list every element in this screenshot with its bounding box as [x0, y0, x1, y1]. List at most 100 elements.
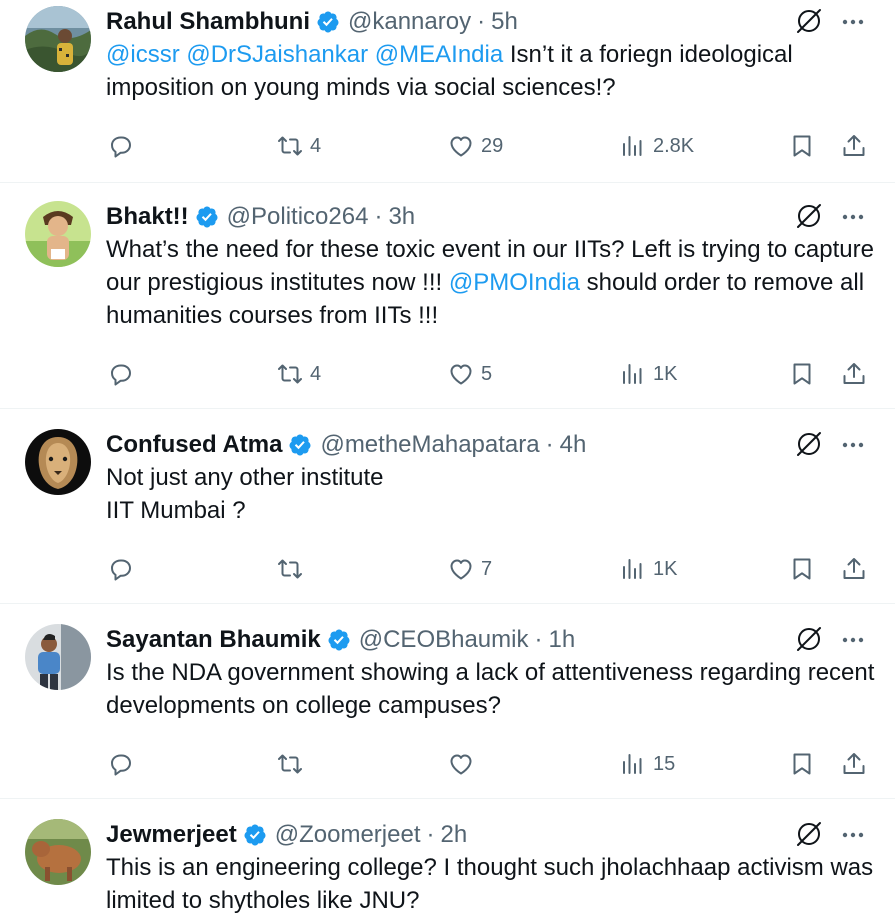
more-options-icon[interactable] — [838, 203, 868, 231]
tweet-text: @icssr @DrSJaishankar @MEAIndia Isn’t it… — [106, 38, 876, 104]
tweet-header: Bhakt!! @Politico264 · 3h — [106, 201, 415, 233]
view-count: 2.8K — [653, 134, 695, 157]
share-button[interactable] — [840, 358, 868, 390]
author-handle[interactable]: @metheMahapatara — [320, 429, 539, 461]
heart-icon — [450, 559, 472, 580]
tweet-actions: 15 — [0, 748, 895, 780]
bookmark-icon — [793, 753, 811, 775]
retweet-button[interactable]: 4 — [276, 130, 321, 162]
like-count: 29 — [481, 134, 504, 157]
avatar[interactable] — [25, 201, 91, 267]
author-name[interactable]: Sayantan Bhaumik — [106, 624, 321, 656]
retweet-button[interactable] — [276, 553, 310, 585]
tweet-actions: 4 29 2.8K — [0, 130, 895, 162]
tweet[interactable]: Sayantan Bhaumik @CEOBhaumik · 1h Is the… — [0, 618, 895, 799]
tweet[interactable]: Bhakt!! @Politico264 · 3h What’s the nee… — [0, 195, 895, 409]
views-button[interactable]: 2.8K — [619, 130, 694, 162]
tweet-text-line: IIT Mumbai ? — [106, 497, 246, 524]
retweet-count: 4 — [310, 362, 322, 385]
author-name[interactable]: Rahul Shambhuni — [106, 6, 310, 38]
avatar[interactable] — [25, 819, 91, 885]
more-options-icon[interactable] — [838, 821, 868, 849]
grok-icon[interactable] — [794, 819, 824, 849]
avatar[interactable] — [25, 6, 91, 72]
share-button[interactable] — [840, 748, 868, 780]
tweet[interactable]: Rahul Shambhuni @kannaroy · 5h @icssr @D… — [0, 0, 895, 183]
grok-icon[interactable] — [794, 429, 824, 459]
views-chart-icon — [623, 559, 642, 579]
grok-icon[interactable] — [794, 6, 824, 36]
like-button[interactable]: 29 — [447, 130, 503, 162]
bookmark-button[interactable] — [788, 748, 816, 780]
avatar[interactable] — [25, 429, 91, 495]
tweet-header: Rahul Shambhuni @kannaroy · 5h — [106, 6, 518, 38]
reply-button[interactable] — [107, 358, 141, 390]
tweet[interactable]: Jewmerjeet @Zoomerjeet · 2h This is an e… — [0, 813, 895, 913]
tweet-header: Sayantan Bhaumik @CEOBhaumik · 1h — [106, 624, 575, 656]
reply-button[interactable] — [107, 130, 141, 162]
like-button[interactable] — [447, 748, 481, 780]
timestamp[interactable]: 4h — [560, 429, 587, 461]
author-name[interactable]: Confused Atma — [106, 429, 282, 461]
share-button[interactable] — [840, 130, 868, 162]
bookmark-button[interactable] — [788, 358, 816, 390]
like-button[interactable]: 7 — [447, 553, 492, 585]
view-count: 15 — [653, 752, 676, 775]
author-name[interactable]: Bhakt!! — [106, 201, 189, 233]
grok-icon[interactable] — [794, 624, 824, 654]
retweet-icon — [278, 559, 302, 579]
view-count: 1K — [653, 362, 678, 385]
like-button[interactable]: 5 — [447, 358, 492, 390]
tweet-feed: Rahul Shambhuni @kannaroy · 5h @icssr @D… — [0, 0, 895, 913]
views-chart-icon — [623, 754, 642, 774]
bookmark-button[interactable] — [788, 553, 816, 585]
tweet-text: This is an engineering college? I though… — [106, 851, 876, 913]
heart-icon — [450, 364, 472, 385]
retweet-icon — [278, 136, 302, 156]
reply-icon — [111, 364, 131, 386]
bookmark-button[interactable] — [788, 130, 816, 162]
timestamp[interactable]: 1h — [548, 624, 575, 656]
reply-button[interactable] — [107, 553, 141, 585]
author-handle[interactable]: @Zoomerjeet — [275, 819, 421, 851]
tweet-text: Not just any other institute IIT Mumbai … — [106, 461, 876, 527]
reply-icon — [111, 559, 131, 581]
tweet-text: What’s the need for these toxic event in… — [106, 233, 876, 332]
views-button[interactable]: 15 — [619, 748, 675, 780]
retweet-button[interactable]: 4 — [276, 358, 321, 390]
avatar[interactable] — [25, 624, 91, 690]
tweet-text-line: Not just any other institute — [106, 464, 384, 491]
share-button[interactable] — [840, 553, 868, 585]
separator-dot: · — [477, 8, 486, 35]
share-icon — [843, 363, 865, 384]
share-icon — [843, 135, 865, 156]
author-handle[interactable]: @Politico264 — [227, 201, 369, 233]
more-options-icon[interactable] — [838, 431, 868, 459]
more-options-icon[interactable] — [838, 626, 868, 654]
tweet-text-segment: This is an engineering college? I though… — [106, 854, 874, 913]
timestamp[interactable]: 5h — [491, 6, 518, 38]
tweet[interactable]: Confused Atma @metheMahapatara · 4h Not … — [0, 423, 895, 604]
mention-link[interactable]: @PMOIndia — [449, 269, 580, 296]
bookmark-icon — [793, 363, 811, 385]
views-button[interactable]: 1K — [619, 358, 677, 390]
views-button[interactable]: 1K — [619, 553, 677, 585]
tweet-text: Is the NDA government showing a lack of … — [106, 656, 876, 722]
author-handle[interactable]: @CEOBhaumik — [359, 624, 529, 656]
author-handle[interactable]: @kannaroy — [348, 6, 471, 38]
separator-dot: · — [545, 431, 554, 458]
retweet-button[interactable] — [276, 748, 310, 780]
author-name[interactable]: Jewmerjeet — [106, 819, 237, 851]
heart-icon — [450, 754, 472, 775]
reply-button[interactable] — [107, 748, 141, 780]
verified-badge-icon — [244, 824, 266, 846]
timestamp[interactable]: 2h — [441, 819, 468, 851]
timestamp[interactable]: 3h — [388, 201, 415, 233]
grok-icon[interactable] — [794, 201, 824, 231]
reply-icon — [111, 136, 131, 158]
retweet-icon — [278, 364, 302, 384]
share-icon — [843, 753, 865, 774]
retweet-count: 4 — [310, 134, 322, 157]
mention-link[interactable]: @icssr @DrSJaishankar @MEAIndia — [106, 41, 503, 68]
more-options-icon[interactable] — [838, 8, 868, 36]
